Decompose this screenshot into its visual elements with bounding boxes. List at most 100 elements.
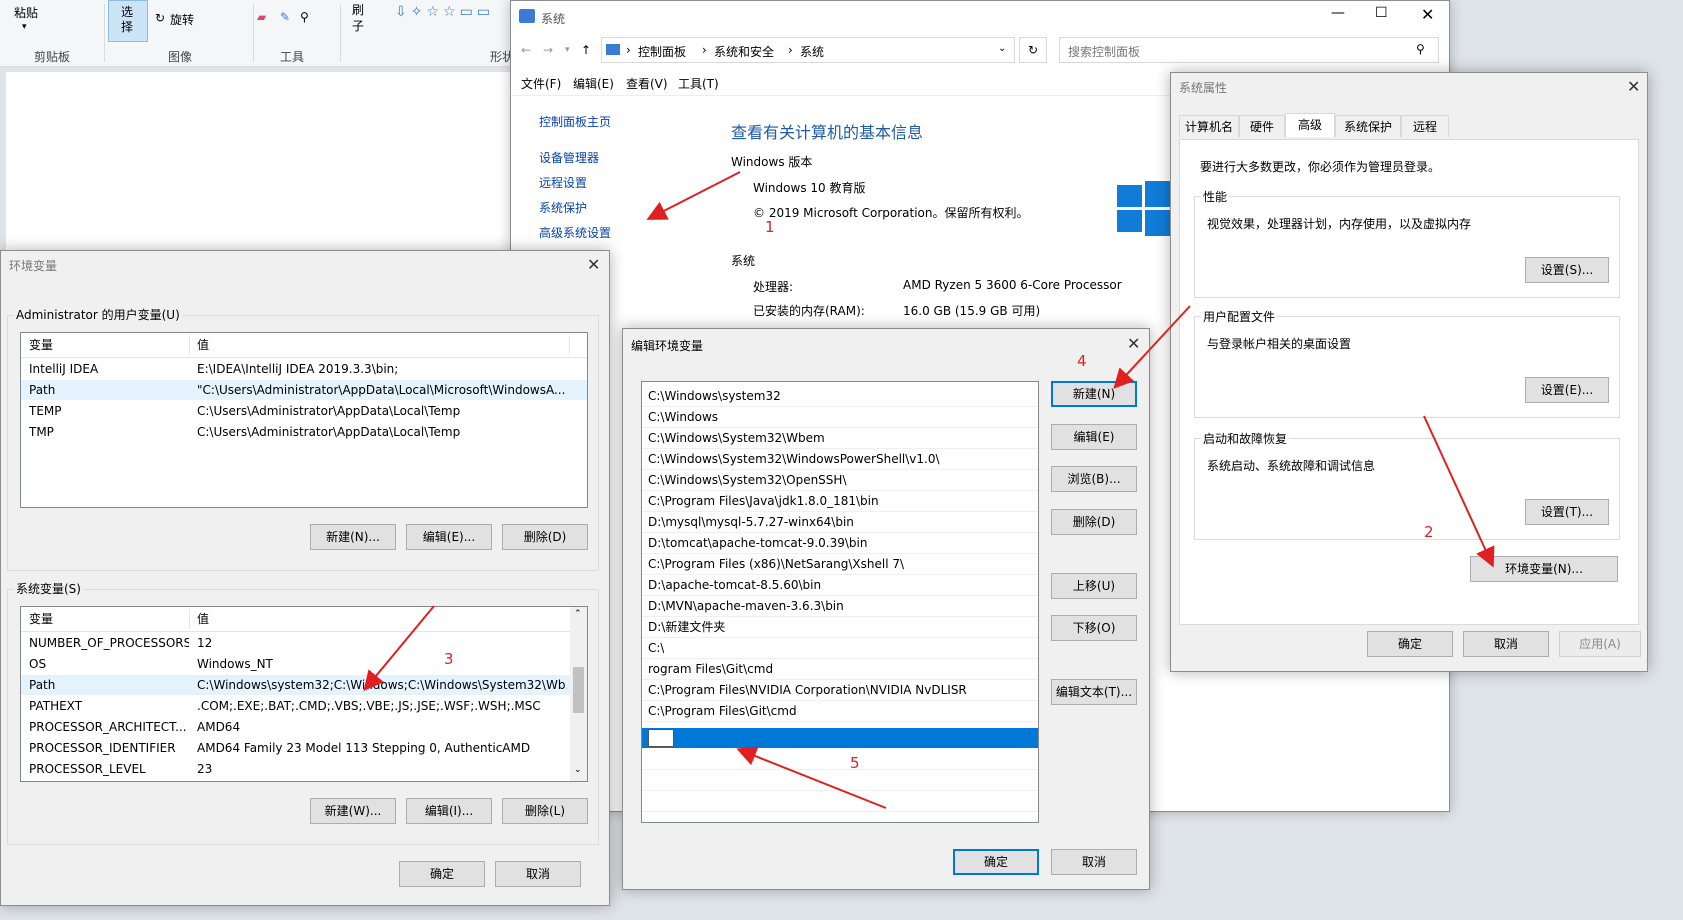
column-separator[interactable] xyxy=(189,609,190,629)
nav-device-manager[interactable]: 设备管理器 xyxy=(539,149,599,166)
path-list-item[interactable]: C:\Windows xyxy=(642,407,1038,428)
path-list-item[interactable]: C:\Windows\system32 xyxy=(642,386,1038,407)
scroll-thumb[interactable] xyxy=(573,667,584,713)
column-header-value[interactable]: 值 xyxy=(197,333,209,357)
chevron-down-icon[interactable]: ▾ xyxy=(565,45,570,55)
delete-path-button[interactable]: 删除(D) xyxy=(1051,509,1137,535)
column-header-value[interactable]: 值 xyxy=(197,607,209,631)
path-list-item[interactable]: C:\Windows\System32\Wbem xyxy=(642,428,1038,449)
system-edit-button[interactable]: 编辑(I)... xyxy=(406,798,492,824)
path-edit-row[interactable] xyxy=(642,728,1038,748)
table-row[interactable]: TMP C:\Users\Administrator\AppData\Local… xyxy=(21,422,587,442)
column-separator[interactable] xyxy=(189,335,190,355)
cancel-button[interactable]: 取消 xyxy=(495,861,581,887)
path-list-item[interactable]: C:\Program Files (x86)\NetSarang\Xshell … xyxy=(642,554,1038,575)
table-row[interactable]: PATHEXT .COM;.EXE;.BAT;.CMD;.VBS;.VBE;.J… xyxy=(21,696,587,716)
ok-button[interactable]: 确定 xyxy=(1367,631,1453,657)
column-header-variable[interactable]: 变量 xyxy=(29,607,53,631)
user-new-button[interactable]: 新建(N)... xyxy=(310,524,396,550)
table-row[interactable]: PROCESSOR_IDENTIFIER AMD64 Family 23 Mod… xyxy=(21,738,587,758)
chevron-down-icon[interactable]: ⌄ xyxy=(998,43,1006,54)
rotate-button[interactable]: 旋转 xyxy=(170,11,194,28)
edit-path-button[interactable]: 编辑(E) xyxy=(1051,424,1137,450)
menu-view[interactable]: 查看(V) xyxy=(626,75,668,92)
system-variables-list[interactable]: 变量 值 NUMBER_OF_PROCESSORS 12 OS Windows_… xyxy=(20,606,588,782)
select-button[interactable]: 选 择 xyxy=(108,0,148,42)
magnifier-icon[interactable]: ⚲ xyxy=(300,10,309,24)
table-row[interactable]: OS Windows_NT xyxy=(21,654,587,674)
path-list-item[interactable]: D:\新建文件夹 xyxy=(642,617,1038,638)
paint-canvas[interactable] xyxy=(6,72,516,252)
color-picker-icon[interactable]: ✎ xyxy=(280,10,290,24)
startup-settings-button[interactable]: 设置(T)... xyxy=(1525,499,1609,525)
path-list-item[interactable]: D:\MVN\apache-maven-3.6.3\bin xyxy=(642,596,1038,617)
move-down-button[interactable]: 下移(O) xyxy=(1051,615,1137,641)
search-input[interactable]: 搜索控制面板 xyxy=(1068,43,1140,60)
tab-system-protection[interactable]: 系统保护 xyxy=(1335,115,1401,137)
column-separator[interactable] xyxy=(569,335,570,355)
tab-advanced[interactable]: 高级 xyxy=(1285,113,1335,137)
chevron-down-icon[interactable]: ▾ xyxy=(22,22,27,32)
move-up-button[interactable]: 上移(U) xyxy=(1051,573,1137,599)
path-list-item[interactable]: C:\Program Files\NVIDIA Corporation\NVID… xyxy=(642,680,1038,701)
performance-settings-button[interactable]: 设置(S)... xyxy=(1525,257,1609,283)
nav-control-panel-home[interactable]: 控制面板主页 xyxy=(539,113,611,130)
table-row[interactable]: IntelliJ IDEA E:\IDEA\IntelliJ IDEA 2019… xyxy=(21,359,587,379)
user-edit-button[interactable]: 编辑(E)... xyxy=(406,524,492,550)
path-list-item[interactable]: rogram Files\Git\cmd xyxy=(642,659,1038,680)
cancel-button[interactable]: 取消 xyxy=(1051,849,1137,875)
brush-button[interactable]: 刷 子 xyxy=(352,2,364,34)
tab-computer-name[interactable]: 计算机名 xyxy=(1179,115,1239,137)
table-row[interactable]: NUMBER_OF_PROCESSORS 12 xyxy=(21,633,587,653)
refresh-icon[interactable]: ↻ xyxy=(1019,37,1047,63)
path-list-item[interactable]: D:\apache-tomcat-8.5.60\bin xyxy=(642,575,1038,596)
column-header-variable[interactable]: 变量 xyxy=(29,333,53,357)
breadcrumb-security[interactable]: 系统和安全 xyxy=(714,43,774,60)
nav-system-protection[interactable]: 系统保护 xyxy=(539,199,587,216)
back-icon[interactable]: ← xyxy=(521,43,531,57)
scroll-down-icon[interactable]: ⌄ xyxy=(574,765,582,775)
up-icon[interactable]: ↑ xyxy=(581,43,591,57)
path-list-item[interactable]: C:\Program Files\Git\cmd xyxy=(642,701,1038,722)
shapes-gallery[interactable]: ⇩✧☆☆▭▭ xyxy=(395,4,494,20)
table-row[interactable]: PROCESSOR_ARCHITECT... AMD64 xyxy=(21,717,587,737)
scrollbar[interactable]: ⌃ ⌄ xyxy=(570,607,587,781)
table-row[interactable]: Path C:\Windows\system32;C:\Windows;C:\W… xyxy=(21,675,587,695)
browse-button[interactable]: 浏览(B)... xyxy=(1051,466,1137,492)
menu-edit[interactable]: 编辑(E) xyxy=(573,75,614,92)
close-icon[interactable]: ✕ xyxy=(587,257,600,273)
scroll-up-icon[interactable]: ⌃ xyxy=(574,609,582,619)
system-new-button[interactable]: 新建(W)... xyxy=(310,798,396,824)
user-variables-list[interactable]: 变量 值 IntelliJ IDEA E:\IDEA\IntelliJ IDEA… xyxy=(20,332,588,508)
system-delete-button[interactable]: 删除(L) xyxy=(502,798,588,824)
close-icon[interactable]: ✕ xyxy=(1627,79,1640,95)
path-list-item[interactable]: C:\Windows\System32\WindowsPowerShell\v1… xyxy=(642,449,1038,470)
path-list-item[interactable]: C:\Windows\System32\OpenSSH\ xyxy=(642,470,1038,491)
forward-icon[interactable]: → xyxy=(543,43,553,57)
address-bar[interactable]: › 控制面板 › 系统和安全 › 系统 ⌄ xyxy=(601,37,1015,63)
edit-text-button[interactable]: 编辑文本(T)... xyxy=(1051,679,1137,705)
tab-hardware[interactable]: 硬件 xyxy=(1239,115,1285,137)
path-list-item[interactable]: D:\tomcat\apache-tomcat-9.0.39\bin xyxy=(642,533,1038,554)
minimize-icon[interactable]: — xyxy=(1331,5,1345,21)
maximize-icon[interactable]: ☐ xyxy=(1375,5,1388,21)
nav-remote-settings[interactable]: 远程设置 xyxy=(539,174,587,191)
table-row[interactable]: Path "C:\Users\Administrator\AppData\Loc… xyxy=(21,380,587,400)
path-list-item[interactable]: C:\ xyxy=(642,638,1038,659)
search-box[interactable]: 搜索控制面板 ⚲ xyxy=(1059,37,1439,63)
path-list-item[interactable]: D:\mysql\mysql-5.7.27-winx64\bin xyxy=(642,512,1038,533)
nav-advanced-settings[interactable]: 高级系统设置 xyxy=(539,224,611,241)
menu-tools[interactable]: 工具(T) xyxy=(678,75,719,92)
cancel-button[interactable]: 取消 xyxy=(1463,631,1549,657)
user-delete-button[interactable]: 删除(D) xyxy=(502,524,588,550)
path-list[interactable]: C:\Windows\system32 C:\Windows C:\Windows\… xyxy=(641,381,1039,823)
ok-button[interactable]: 确定 xyxy=(399,861,485,887)
environment-variables-button[interactable]: 环境变量(N)... xyxy=(1470,556,1618,582)
breadcrumb-control-panel[interactable]: 控制面板 xyxy=(638,43,686,60)
table-row[interactable]: PROCESSOR_LEVEL 23 xyxy=(21,759,587,779)
paste-button[interactable]: 粘贴 xyxy=(14,4,38,21)
path-list-item[interactable]: C:\Program Files\Java\jdk1.8.0_181\bin xyxy=(642,491,1038,512)
close-icon[interactable]: ✕ xyxy=(1421,5,1434,24)
tab-remote[interactable]: 远程 xyxy=(1401,115,1449,137)
apply-button[interactable]: 应用(A) xyxy=(1559,631,1641,657)
